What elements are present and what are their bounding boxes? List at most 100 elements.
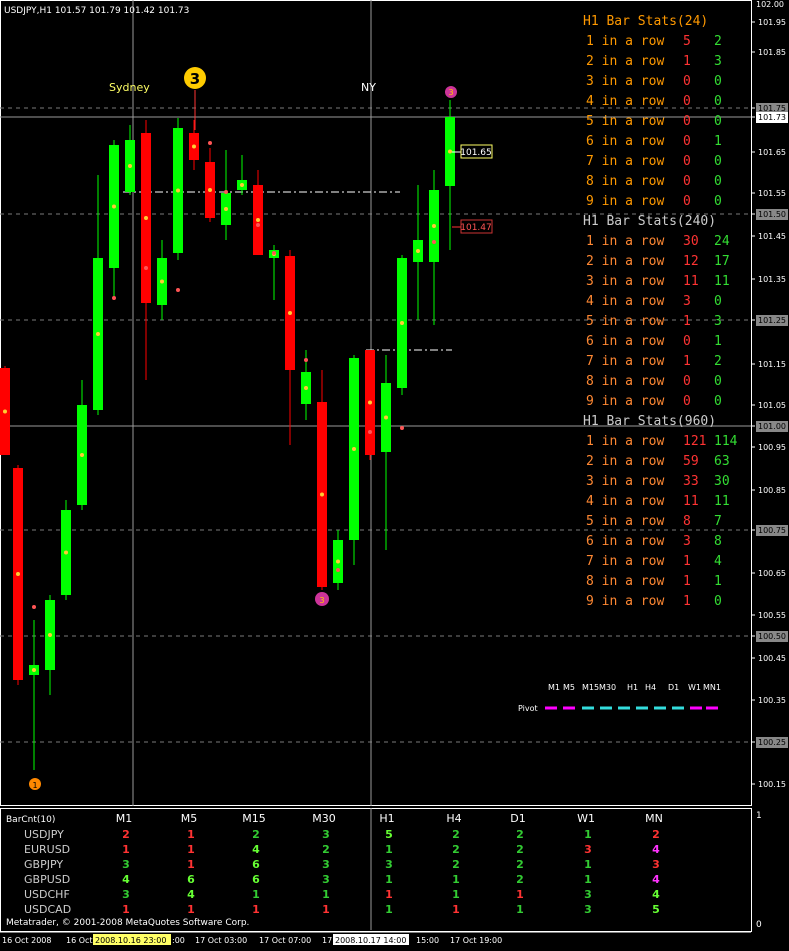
stats-red-count: 1	[683, 354, 691, 369]
price-label: 101.00	[758, 422, 786, 431]
stats-row-label: 3 in a row	[586, 274, 664, 289]
candle	[429, 170, 439, 325]
barcnt-column-header: MN	[645, 812, 663, 825]
stats-green-count: 1	[714, 574, 722, 589]
barcnt-column-header: H1	[379, 812, 394, 825]
barcnt-cell: 3	[652, 858, 660, 871]
stats-red-count: 0	[683, 74, 691, 89]
stats-red-count: 1	[683, 594, 691, 609]
barcnt-cell: 1	[584, 873, 592, 886]
stats-green-count: 17	[714, 254, 730, 269]
candle	[29, 620, 39, 770]
pivot-timeframe-label: M30	[599, 683, 616, 692]
barcnt-cell: 1	[584, 858, 592, 871]
fractal-dot	[368, 430, 372, 434]
fractal-dot	[432, 240, 436, 244]
session-label-sydney: Sydney	[109, 81, 150, 94]
barcnt-cell: 3	[122, 858, 130, 871]
stats-red-count: 0	[683, 134, 691, 149]
price-label: 101.05	[758, 401, 786, 410]
stats-row-label: 1 in a row	[586, 34, 664, 49]
stats-title: H1 Bar Stats(24)	[583, 14, 708, 29]
candle	[45, 595, 55, 695]
fractal-dot	[224, 190, 228, 194]
barcnt-cell: 1	[385, 903, 393, 916]
barcnt-cell: 6	[252, 873, 260, 886]
price-label: 100.25	[758, 738, 786, 747]
barcnt-cell: 5	[385, 828, 393, 841]
stats-green-count: 11	[714, 494, 730, 509]
barcnt-cell: 4	[652, 843, 660, 856]
barcnt-cell: 1	[452, 903, 460, 916]
stats-red-count: 5	[683, 34, 691, 49]
barcnt-column-header: H4	[446, 812, 461, 825]
candle	[77, 380, 87, 510]
price-label: 101.75	[758, 104, 786, 113]
price-tag-lower: 101.47	[460, 223, 492, 233]
barcnt-symbol: EURUSD	[24, 843, 70, 856]
stats-row-label: 8 in a row	[586, 574, 664, 589]
barcnt-cell: 1	[252, 903, 260, 916]
stats-row-label: 4 in a row	[586, 494, 664, 509]
stats-red-count: 3	[683, 294, 691, 309]
price-label: 101.95	[758, 18, 786, 27]
time-label-2: 17 Oct 03:00	[195, 936, 247, 945]
stats-row-label: 1 in a row	[586, 434, 664, 449]
stats-red-count: 0	[683, 194, 691, 209]
price-axis: 101.95 101.85 101.75101.73 101.65 101.55 101.…	[751, 18, 788, 789]
barcnt-cell: 1	[385, 888, 393, 901]
pivot-label: Pivot	[518, 704, 538, 713]
trading-chart-window[interactable]: USDJPY,H1 101.57 101.79 101.42 101.73 Sy…	[0, 0, 789, 947]
stats-green-count: 3	[714, 54, 722, 69]
time-axis: 16 Oct 2008 16 Oct 2008.10.16 23:00 :00 …	[0, 931, 751, 945]
copyright-text: Metatrader, © 2001-2008 MetaQuotes Softw…	[6, 918, 249, 928]
stats-row-label: 3 in a row	[586, 74, 664, 89]
candle	[397, 255, 407, 395]
candle	[221, 150, 231, 240]
stats-row-label: 6 in a row	[586, 134, 664, 149]
barcnt-cell: 5	[652, 903, 660, 916]
fractal-dot	[208, 141, 212, 145]
stats-row-label: 6 in a row	[586, 334, 664, 349]
barcnt-cell: 1	[122, 843, 130, 856]
barcnt-cell: 2	[516, 828, 524, 841]
stats-green-count: 4	[714, 554, 722, 569]
stats-title: H1 Bar Stats(960)	[583, 414, 716, 429]
stats-green-count: 0	[714, 374, 722, 389]
stats-green-count: 1	[714, 134, 722, 149]
stats-red-count: 11	[683, 494, 699, 509]
bar-stats-panel: H1 Bar Stats(24) 1 in a row 5 2 2 in a row 1 3…	[583, 14, 738, 609]
stats-red-count: 12	[683, 254, 699, 269]
stats-row-label: 4 in a row	[586, 94, 664, 109]
time-label-3: 17 Oct 07:00	[259, 936, 311, 945]
candle	[93, 175, 103, 415]
barcnt-cell: 2	[452, 828, 460, 841]
subwindow-frame	[0, 808, 752, 932]
barcnt-cell: 1	[516, 903, 524, 916]
candle	[381, 355, 391, 550]
barcnt-cell: 1	[452, 888, 460, 901]
fractal-dot	[112, 296, 116, 300]
price-label: 101.55	[758, 189, 786, 198]
pivot-timeframe-label: M5	[563, 683, 575, 692]
subwindow-axis-bottom: 0	[756, 920, 762, 930]
barcnt-cell: 2	[252, 828, 260, 841]
barcnt-cell: 3	[584, 903, 592, 916]
stats-row-label: 9 in a row	[586, 594, 664, 609]
stats-red-count: 33	[683, 474, 699, 489]
stats-green-count: 7	[714, 514, 722, 529]
price-label: 100.50	[758, 632, 786, 641]
fractal-dot	[304, 358, 308, 362]
barcnt-cell: 3	[584, 843, 592, 856]
stats-red-count: 0	[683, 374, 691, 389]
fractal-points	[32, 141, 436, 609]
pivot-timeframe-label: D1	[668, 683, 679, 692]
stats-row-label: 7 in a row	[586, 554, 664, 569]
stats-row-label: 7 in a row	[586, 154, 664, 169]
fractal-dot	[256, 223, 260, 227]
barcnt-cell: 3	[322, 828, 330, 841]
barcnt-column-header: D1	[510, 812, 525, 825]
stats-row-label: 7 in a row	[586, 354, 664, 369]
barcnt-cell: 2	[516, 843, 524, 856]
barcnt-cell: 4	[252, 843, 260, 856]
